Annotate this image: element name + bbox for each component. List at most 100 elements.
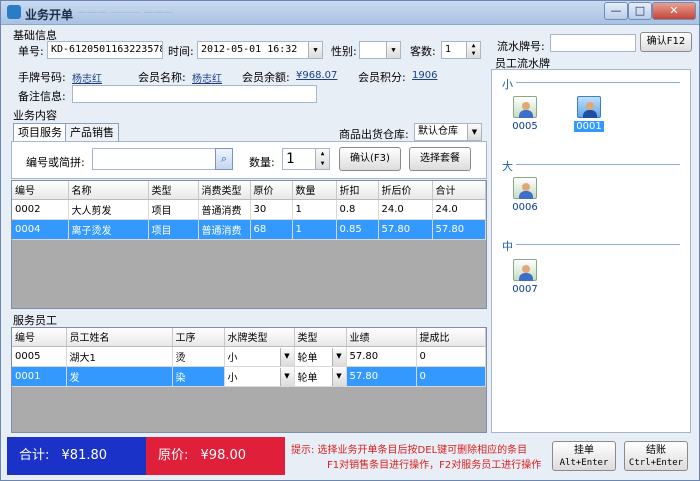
balance-link[interactable]: ¥968.07 (296, 70, 337, 81)
table-cell: 烫 (172, 346, 225, 367)
staff-tile-0001[interactable]: 0001 (574, 96, 604, 132)
order-no-label: 单号: (18, 45, 44, 58)
column-header[interactable]: 编号 (12, 328, 67, 347)
table-row-selected[interactable]: 0001 发 染 小 ▼ 轮单 ▼ 57.80 0 (12, 366, 486, 387)
warehouse-value: 默认仓库 (418, 126, 458, 137)
hint-text: 提示: 选择业务开单条目后按DEL键可删除相应的条目 F1对销售条目进行操作，F… (291, 443, 541, 473)
staff-flow-board: 小 0005 0001 大 0006 中 0007 (491, 69, 691, 433)
confirm-f3-button[interactable]: 确认(F3) (339, 147, 401, 171)
column-header[interactable]: 业绩 (346, 328, 417, 347)
search-icon[interactable]: ⌕ (215, 148, 233, 170)
column-header[interactable]: 工序 (172, 328, 225, 347)
table-cell: 普通消费 (198, 199, 251, 220)
member-name-link[interactable]: 杨志红 (192, 70, 222, 85)
column-header[interactable]: 类型 (148, 181, 199, 200)
chevron-down-icon[interactable]: ▼ (279, 347, 294, 366)
staff-avatar-icon (577, 96, 601, 118)
column-header[interactable]: 数量 (292, 181, 337, 200)
column-header[interactable]: 编号 (12, 181, 69, 200)
table-row[interactable]: 0005 湖大1 烫 小 ▼ 轮单 ▼ 57.80 0 (12, 346, 486, 367)
tab-services[interactable]: 项目服务 (13, 123, 67, 142)
table-cell: 0.8 (336, 199, 379, 220)
card-type-select[interactable]: 小 ▼ (224, 346, 295, 367)
column-header[interactable]: 消费类型 (198, 181, 251, 200)
column-header[interactable]: 折后价 (378, 181, 433, 200)
chevron-down-icon[interactable]: ▼ (331, 367, 346, 386)
checkout-label: 结账 (646, 445, 666, 456)
business-header: 业务内容 (13, 109, 57, 122)
staff-tile-0005[interactable]: 0005 (510, 96, 540, 132)
column-header[interactable]: 合计 (432, 181, 486, 200)
column-header[interactable]: 水牌类型 (224, 328, 295, 347)
staff-table: 编号 员工姓名 工序 水牌类型 类型 业绩 提成比 0005 湖大1 烫 小 ▼ (11, 327, 487, 433)
column-header[interactable]: 折扣 (336, 181, 379, 200)
time-label: 时间: (168, 45, 194, 58)
flow-number-input[interactable] (550, 34, 636, 52)
confirm-f12-button[interactable]: 确认F12 (640, 32, 692, 52)
guests-stepper[interactable]: 1 ▲ ▼ (441, 41, 481, 59)
chevron-down-icon[interactable]: ▼ (467, 124, 481, 140)
table-cell: 离子烫发 (68, 219, 149, 240)
card-type-value: 小 (227, 352, 238, 364)
column-header[interactable]: 员工姓名 (66, 328, 173, 347)
type-select[interactable]: 轮单 ▼ (294, 346, 347, 367)
table-cell: 57.80 (378, 219, 433, 240)
staff-avatar-icon (513, 259, 537, 281)
gender-label: 性别: (331, 45, 357, 58)
group-large-label: 大 (502, 160, 513, 173)
chevron-down-icon[interactable]: ▼ (386, 42, 400, 58)
window-subtitle: ——— ——— ——— (77, 7, 174, 18)
minimize-button[interactable]: — (604, 2, 628, 20)
maximize-button[interactable]: □ (628, 2, 652, 20)
choose-package-button[interactable]: 选择套餐 (409, 147, 471, 171)
staff-tile-number: 0006 (512, 202, 538, 213)
warehouse-select[interactable]: 默认仓库 ▼ (414, 123, 482, 141)
qty-stepper[interactable]: 1 ▲ ▼ (282, 148, 330, 170)
remark-field[interactable] (72, 85, 317, 103)
type-select[interactable]: 轮单 ▼ (294, 366, 347, 387)
column-header[interactable]: 名称 (68, 181, 149, 200)
type-value: 轮单 (297, 352, 318, 364)
calendar-dropdown-icon[interactable]: ▼ (308, 42, 322, 58)
total-amount-panel: 合计: ¥81.80 (7, 437, 146, 475)
staff-tile-0007[interactable]: 0007 (510, 259, 540, 295)
card-link[interactable]: 杨志红 (72, 70, 102, 85)
orig-label: 原价: (158, 448, 189, 463)
code-search-input[interactable] (92, 148, 216, 170)
table-cell: 0002 (12, 199, 69, 220)
staff-tile-number: 0001 (574, 121, 604, 132)
stepper-arrows-icon[interactable]: ▲ ▼ (466, 42, 480, 58)
remark-label: 备注信息: (18, 90, 66, 103)
table-cell: 24.0 (432, 199, 486, 220)
order-no-field[interactable]: KD-6120501163223578 (47, 41, 163, 59)
member-name-label: 会员名称: (138, 71, 186, 84)
chevron-down-icon[interactable]: ▼ (331, 347, 346, 366)
close-button[interactable]: ✕ (652, 2, 696, 20)
window-title: 业务开单 (25, 8, 74, 22)
gender-select[interactable]: ▼ (359, 41, 401, 59)
column-header[interactable]: 原价 (250, 181, 293, 200)
table-cell: 湖大1 (66, 346, 173, 367)
hang-order-button[interactable]: 挂单 Alt+Enter (552, 441, 616, 471)
order-window: 业务开单 ——— ——— ——— — □ ✕ 基础信息 单号: KD-61205… (0, 0, 700, 481)
staff-tile-number: 0007 (512, 284, 538, 295)
orig-value: ¥98.00 (200, 448, 247, 463)
app-icon (7, 5, 21, 19)
checkout-button[interactable]: 结账 Ctrl+Enter (624, 441, 688, 471)
column-header[interactable]: 类型 (294, 328, 347, 347)
tab-products[interactable]: 产品销售 (65, 123, 119, 141)
stepper-arrows-icon[interactable]: ▲ ▼ (315, 149, 329, 169)
table-cell: 1 (292, 199, 337, 220)
points-link[interactable]: 1906 (412, 70, 437, 81)
column-header[interactable]: 提成比 (416, 328, 486, 347)
table-cell: 0001 (12, 366, 67, 387)
original-price-panel: 原价: ¥98.00 (146, 437, 285, 475)
staff-tile-0006[interactable]: 0006 (510, 177, 540, 213)
time-picker[interactable]: 2012-05-01 16:32 ▼ (197, 41, 323, 59)
table-row[interactable]: 0002 大人剪发 项目 普通消费 30 1 0.8 24.0 24.0 (12, 199, 486, 220)
table-cell: 1 (292, 219, 337, 240)
table-cell: 68 (250, 219, 293, 240)
card-type-select[interactable]: 小 ▼ (224, 366, 295, 387)
chevron-down-icon[interactable]: ▼ (279, 367, 294, 386)
table-row-selected[interactable]: 0004 离子烫发 项目 普通消费 68 1 0.85 57.80 57.80 (12, 219, 486, 240)
